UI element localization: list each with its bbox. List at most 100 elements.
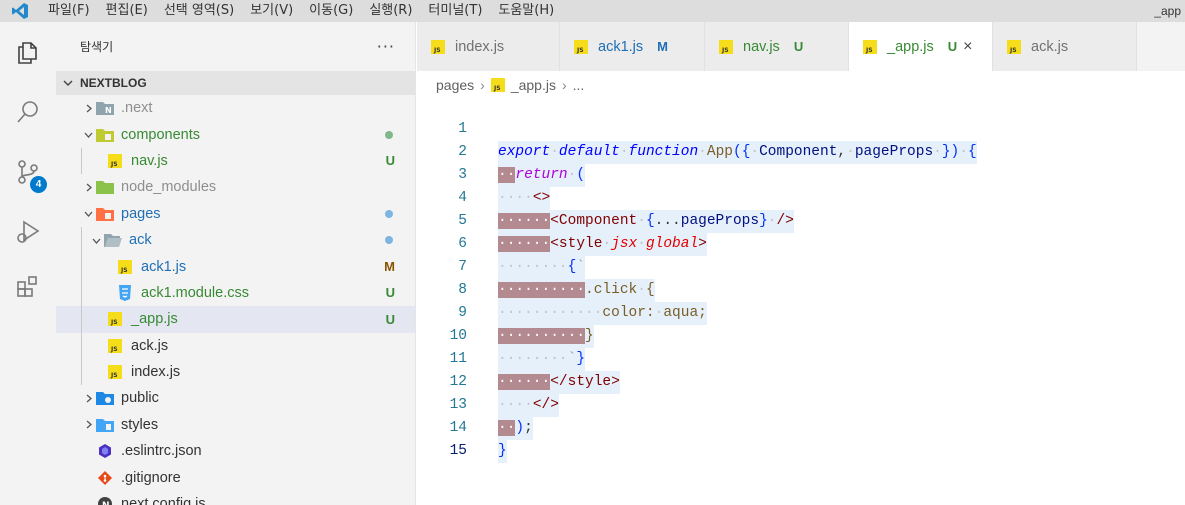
code-line[interactable]: 12 ····</> xyxy=(417,348,1185,417)
extensions-icon[interactable] xyxy=(0,262,56,310)
code-line[interactable]: 6 ········{` xyxy=(417,210,1185,279)
explorer-sidebar: 탐색기 ··· NEXTBLOG N .next components JS n… xyxy=(56,22,416,505)
js-file-icon: JS xyxy=(116,259,134,275)
tree-item-pages[interactable]: pages xyxy=(56,201,415,227)
search-icon[interactable] xyxy=(0,88,56,136)
tree-item-ack1-module-css[interactable]: ack1.module.css U xyxy=(56,279,415,307)
svg-text:JS: JS xyxy=(1009,47,1017,54)
run-debug-icon[interactable] xyxy=(0,208,56,256)
explorer-header: 탐색기 ··· xyxy=(56,22,415,71)
more-actions-icon[interactable]: ··· xyxy=(377,37,395,56)
tree-item-ack-js[interactable]: JS ack.js xyxy=(56,332,415,359)
js-file-icon: JS xyxy=(106,364,124,380)
tree-item-eslintrc[interactable]: .eslintrc.json xyxy=(56,438,415,464)
code-line[interactable]: 5 ······<style·jsx·global> xyxy=(417,187,1185,256)
menu-terminal[interactable]: 터미널(T) xyxy=(420,0,490,22)
tree-item-ack1-js[interactable]: JS ack1.js M xyxy=(56,253,415,280)
tree-item-label: .eslintrc.json xyxy=(121,443,202,460)
tab-label: _app.js xyxy=(887,38,934,55)
tree-item-public[interactable]: public xyxy=(56,385,415,411)
svg-text:JS: JS xyxy=(110,372,118,379)
code-line[interactable]: 8 ············color:·aqua; xyxy=(417,256,1185,325)
code-line[interactable]: 7 ··········.click·{ xyxy=(417,233,1185,302)
pages-folder-icon xyxy=(96,206,114,222)
tree-item-node-modules[interactable]: node_modules xyxy=(56,174,415,200)
tab-index-js[interactable]: JS index.js xyxy=(417,22,560,71)
js-file-icon: JS xyxy=(719,39,733,54)
chevron-down-icon xyxy=(88,232,104,248)
breadcrumb-folder[interactable]: pages xyxy=(436,77,474,93)
svg-text:JS: JS xyxy=(433,47,441,54)
code-line[interactable]: 10 ········`} xyxy=(417,302,1185,371)
js-file-icon: JS xyxy=(106,338,124,354)
editor-tabs: JS index.js JS ack1.js M JS nav.js U JS … xyxy=(417,22,1185,71)
tree-item-index-js[interactable]: JS index.js xyxy=(56,358,415,386)
tree-item-label: styles xyxy=(121,416,159,433)
indent-guide xyxy=(81,279,82,307)
git-untracked-badge: U xyxy=(385,311,395,327)
tree-item-gitignore[interactable]: .gitignore xyxy=(56,464,415,490)
js-file-icon: JS xyxy=(1007,39,1021,54)
git-modified-badge: M xyxy=(384,259,395,275)
menu-run[interactable]: 실행(R) xyxy=(361,0,420,22)
chevron-down-icon xyxy=(80,127,96,143)
menu-help[interactable]: 도움말(H) xyxy=(490,0,562,22)
js-file-icon: JS xyxy=(574,39,588,54)
tree-item-app-js[interactable]: JS _app.js U xyxy=(56,306,415,333)
components-folder-icon xyxy=(96,127,114,143)
tree-item-label: ack1.module.css xyxy=(141,284,249,301)
code-line[interactable]: 14 } xyxy=(417,394,1185,463)
tree-item-ack-folder[interactable]: ack xyxy=(56,226,415,254)
tree-item-label: .next xyxy=(121,100,153,117)
svg-text:JS: JS xyxy=(120,267,128,274)
tree-item-label: ack xyxy=(129,232,152,249)
tree-item-next[interactable]: N .next xyxy=(56,95,415,121)
tab-label: ack1.js xyxy=(598,38,644,55)
git-untracked-badge: U xyxy=(385,153,395,169)
menu-go[interactable]: 이동(G) xyxy=(301,0,361,22)
menu-bar: 파일(F) 편집(E) 선택 영역(S) 보기(V) 이동(G) 실행(R) 터… xyxy=(0,0,1185,22)
js-file-icon: JS xyxy=(863,39,877,54)
tab-nav-js[interactable]: JS nav.js U xyxy=(705,22,849,71)
status-dot xyxy=(385,236,393,245)
code-line[interactable]: 2 ··return·( xyxy=(417,118,1185,187)
code-line[interactable]: 3 ····<> xyxy=(417,141,1185,210)
source-control-icon[interactable]: 4 xyxy=(0,148,56,196)
workspace-section-header[interactable]: NEXTBLOG xyxy=(56,71,415,95)
code-line[interactable]: 15 xyxy=(417,417,1185,459)
css-file-icon xyxy=(116,284,134,301)
tree-item-components[interactable]: components xyxy=(56,121,415,147)
workspace-name: NEXTBLOG xyxy=(80,76,147,90)
breadcrumb-more[interactable]: ... xyxy=(573,77,585,93)
svg-text:N: N xyxy=(102,501,110,505)
code-line[interactable]: 11 ······</style> xyxy=(417,325,1185,394)
code-line[interactable]: 1 export·default·function·App({·Componen… xyxy=(417,95,1185,164)
tab-ack1-js[interactable]: JS ack1.js M xyxy=(560,22,705,71)
code-line[interactable]: 4 ······<Component·{...pageProps}·/> xyxy=(417,164,1185,233)
window-title: _app xyxy=(1154,4,1181,18)
tree-item-label: index.js xyxy=(131,364,181,381)
tab-ack-js[interactable]: JS ack.js xyxy=(993,22,1137,71)
eslint-icon xyxy=(96,443,114,459)
tab-label: nav.js xyxy=(743,38,780,55)
tree-item-styles[interactable]: styles xyxy=(56,412,415,438)
menu-selection[interactable]: 선택 영역(S) xyxy=(156,0,242,22)
code-line[interactable]: 9 ··········} xyxy=(417,279,1185,348)
svg-text:JS: JS xyxy=(865,47,873,54)
source-control-badge: 4 xyxy=(30,176,47,193)
close-icon[interactable]: × xyxy=(963,38,972,56)
chevron-right-icon xyxy=(80,179,96,195)
breadcrumb-file[interactable]: _app.js xyxy=(511,77,556,93)
tree-item-label: ack1.js xyxy=(141,258,187,275)
menu-view[interactable]: 보기(V) xyxy=(242,0,301,22)
tree-item-label: components xyxy=(121,126,200,143)
tree-item-next-config[interactable]: N next.config.js xyxy=(56,491,415,505)
indent-guide xyxy=(81,332,82,359)
files-icon[interactable] xyxy=(0,28,56,76)
code-line[interactable]: 13 ··); xyxy=(417,371,1185,440)
menu-file[interactable]: 파일(F) xyxy=(40,0,98,22)
tree-item-nav-js[interactable]: JS nav.js U xyxy=(56,147,415,175)
menu-edit[interactable]: 편집(E) xyxy=(98,0,156,22)
tab-app-js[interactable]: JS _app.js U × xyxy=(849,22,993,71)
code-editor[interactable]: pages › JS _app.js › ... 1 export·defaul… xyxy=(417,71,1185,505)
